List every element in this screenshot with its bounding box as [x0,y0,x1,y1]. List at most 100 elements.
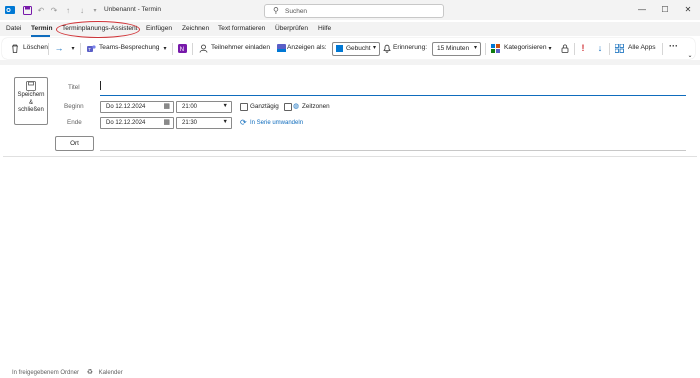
close-button[interactable]: ✕ [682,4,694,16]
show-as-label: Anzeigen als: [287,44,327,51]
active-tab-indicator [31,35,50,37]
end-label: Ende [67,119,82,126]
start-date-value: Do 12.12.2024 [106,103,146,110]
chevron-down-icon[interactable]: ▾ [68,42,78,54]
arrow-up-icon[interactable]: ↑ [63,5,73,15]
save-label-line2: & [28,99,33,106]
location-underline [100,150,686,151]
recurrence-link[interactable]: In Serie umwandeln [250,120,303,126]
menu-hilfe[interactable]: Hilfe [318,25,331,32]
apps-icon [614,42,624,54]
menu-zeichnen[interactable]: Zeichnen [182,25,209,32]
ribbon-separator [172,43,173,55]
save-and-close-button[interactable]: Speichern & schließen [14,77,48,125]
customize-toolbar-icon[interactable]: ▾ [90,5,100,15]
categorize-button[interactable]: Kategorisieren [504,44,547,51]
location-button[interactable]: Ort [55,136,94,151]
timezones-checkbox[interactable] [284,103,292,111]
calendar-icon[interactable]: ▦ [163,102,170,110]
start-date-picker[interactable]: Do 12.12.2024 ▦ [100,101,174,113]
end-date-value: Do 12.12.2024 [106,119,146,126]
ribbon-separator [662,43,663,55]
title-label: Titel [68,84,80,91]
end-date-picker[interactable]: Do 12.12.2024 ▦ [100,117,174,129]
chevron-down-icon[interactable]: ▾ [160,42,170,54]
ribbon-separator [80,43,81,55]
undo-icon[interactable]: ↶ [36,5,46,15]
person-icon [198,42,208,54]
globe-icon: ◍ [293,103,300,110]
svg-text:T: T [88,46,91,51]
ribbon-separator [485,43,486,55]
outlook-app-icon [5,5,15,15]
lock-icon[interactable] [560,42,570,54]
low-importance-icon[interactable]: ↓ [595,42,605,54]
ribbon: Löschen → ▾ T Teams-Besprechung ▾ N Teil… [2,38,695,59]
title-underline [100,95,686,96]
recurrence-icon: ⟳ [240,118,247,127]
search-box[interactable]: ⚲ Suchen [264,4,444,18]
menu-datei[interactable]: Datei [6,25,21,32]
notes-body[interactable] [3,158,697,358]
delete-button[interactable]: Löschen [23,44,48,51]
redo-icon[interactable]: ↷ [49,5,59,15]
highlight-circle [56,21,140,38]
bell-icon [382,42,392,54]
calendar-icon[interactable]: ▦ [163,118,170,126]
title-input[interactable] [100,79,686,94]
forward-icon[interactable]: → [54,42,64,54]
ribbon-separator [574,43,575,55]
chevron-down-icon: ▼ [222,103,228,109]
save-icon[interactable] [22,5,32,15]
onenote-icon[interactable]: N [177,42,187,54]
window-title: Unbenannt - Termin [104,6,161,13]
more-options-button[interactable]: ··· [669,41,678,51]
show-as-dropdown[interactable]: Gebucht ▾ [332,42,380,56]
end-time-value: 21:30 [182,119,198,126]
all-day-checkbox[interactable] [240,103,248,111]
search-placeholder: Suchen [285,7,308,15]
text-cursor [100,81,101,90]
trash-icon[interactable] [10,42,20,54]
reminder-label: Erinnerung: [393,44,428,51]
folder-status: In freigegebenem Ordner ♻ Kalender [12,368,123,376]
chevron-down-icon: ▾ [372,45,376,51]
search-icon: ⚲ [273,6,279,15]
folder-status-text: In freigegebenem Ordner [12,370,80,376]
start-time-value: 21:00 [182,103,198,110]
menu-text-formatieren[interactable]: Text formatieren [218,25,265,32]
reminder-dropdown[interactable]: 15 Minuten ▾ [432,42,481,56]
location-input[interactable] [100,137,686,149]
teams-meeting-button[interactable]: Teams-Besprechung [99,44,159,51]
minimize-button[interactable]: — [636,4,648,16]
start-time-select[interactable]: 21:00 ▼ [176,101,232,113]
menu-einfuegen[interactable]: Einfügen [146,25,172,32]
menu-termin[interactable]: Termin [31,25,53,32]
svg-text:N: N [179,47,183,53]
ribbon-separator [609,43,610,55]
maximize-button[interactable]: ☐ [659,4,671,16]
invite-attendees-button[interactable]: Teilnehmer einladen [211,44,270,51]
title-bar: ↶ ↷ ↑ ↓ ▾ Unbenannt - Termin ⚲ Suchen — … [0,0,700,20]
chevron-down-icon: ▾ [473,45,477,51]
chevron-down-icon: ▼ [222,119,228,125]
arrow-down-icon[interactable]: ↓ [77,5,87,15]
save-close-icon [26,81,36,91]
start-label: Beginn [64,103,84,110]
save-label-line1: Speichern [17,92,45,98]
menu-ueberpruefen[interactable]: Überprüfen [275,25,308,32]
all-apps-button[interactable]: Alle Apps [628,44,656,51]
save-label-line3: schließen [18,107,44,113]
high-importance-icon[interactable]: ! [578,42,588,54]
reminder-value: 15 Minuten [437,45,470,52]
show-as-value: Gebucht [346,45,371,52]
teams-icon: T [86,42,96,54]
show-as-icon [276,42,286,54]
body-divider [3,156,697,157]
calendar-folder-text: Kalender [98,370,123,376]
end-time-select[interactable]: 21:30 ▼ [176,117,232,129]
chevron-down-icon[interactable]: ▾ [545,42,555,54]
all-day-label: Ganztägig [250,103,279,110]
ribbon-separator [48,43,49,55]
timezones-label: Zeitzonen [302,103,330,110]
